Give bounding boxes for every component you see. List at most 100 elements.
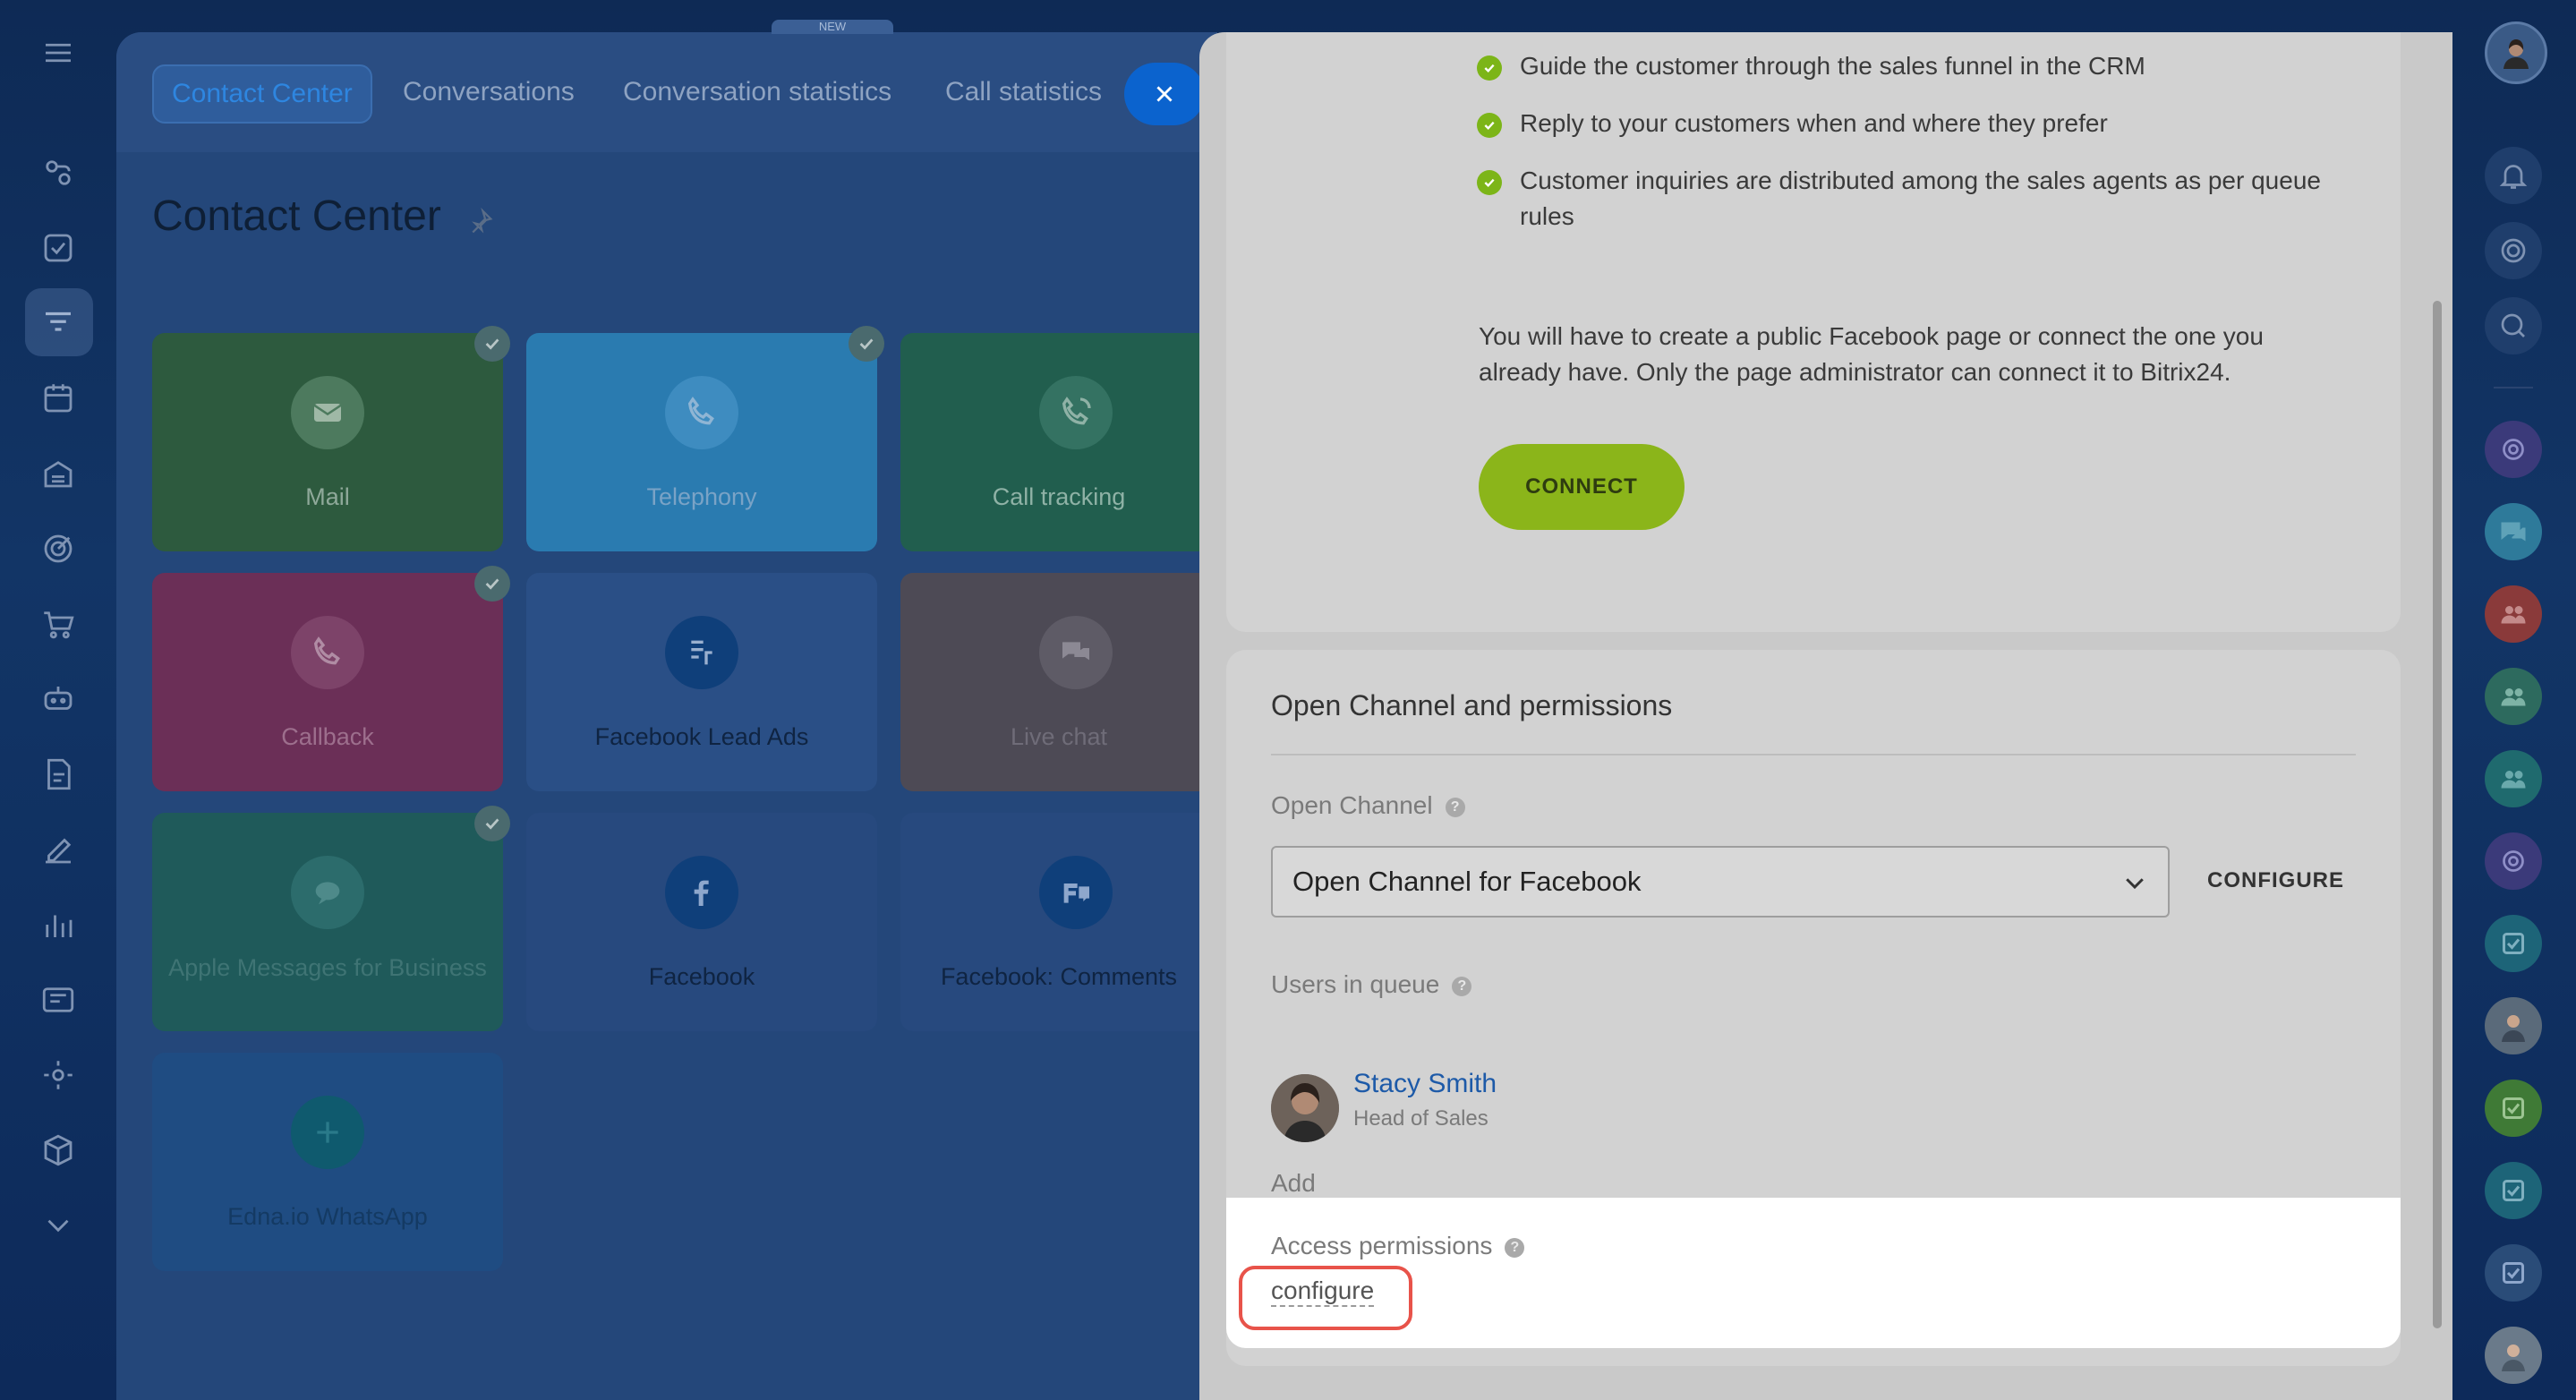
group-chat-icon[interactable] (2485, 750, 2542, 807)
connector-info-card: Guide the customer through the sales fun… (1226, 32, 2401, 632)
help-icon[interactable]: ? (1452, 977, 1472, 996)
chevron-down-icon (2126, 878, 2144, 890)
facebook-connector-slider: Guide the customer through the sales fun… (1199, 32, 2452, 1400)
tile-mail[interactable]: Mail (152, 326, 510, 551)
scrollbar[interactable] (2433, 301, 2442, 1328)
target-icon[interactable] (39, 530, 77, 568)
crm-funnel-icon[interactable] (39, 304, 77, 342)
menu-icon[interactable] (39, 34, 77, 72)
divider (1271, 754, 2356, 755)
facebook-comments-icon (1039, 856, 1113, 929)
top-tabs-bar: Contact Center Conversations Conversatio… (116, 32, 1217, 152)
check-icon (849, 326, 884, 362)
task-chat-icon[interactable] (2485, 1244, 2542, 1302)
tasks-icon[interactable] (39, 229, 77, 267)
close-icon (1156, 86, 1173, 102)
sign-icon[interactable] (39, 831, 77, 868)
help-icon[interactable]: ? (1445, 798, 1465, 817)
tile-label: Apple Messages for Business (168, 954, 487, 981)
open-channel-value: Open Channel for Facebook (1292, 866, 1642, 897)
user-name-link[interactable]: Stacy Smith (1353, 1069, 1497, 1099)
chevron-down-icon[interactable] (39, 1207, 77, 1244)
highlight-annotation (1239, 1266, 1412, 1330)
feature-item: Reply to your customers when and where t… (1477, 106, 2379, 141)
tile-label: Call tracking (992, 483, 1126, 510)
tile-facebook-lead-ads[interactable]: Facebook Lead Ads (526, 573, 877, 791)
tile-facebook-comments[interactable]: Facebook: Comments (900, 813, 1217, 1031)
edna-icon (291, 1096, 364, 1169)
check-icon (474, 566, 510, 602)
tile-facebook[interactable]: Facebook (526, 813, 877, 1031)
openlines-icon[interactable] (2485, 832, 2542, 890)
task-chat-icon[interactable] (2485, 1162, 2542, 1219)
tile-live-chat[interactable]: Live chat (900, 573, 1217, 791)
check-circle-icon (1477, 113, 1502, 138)
tile-label: Telephony (646, 483, 757, 510)
tile-label: Facebook: Comments (940, 963, 1178, 990)
tab-conversations[interactable]: Conversations (385, 64, 593, 120)
calendar-icon[interactable] (39, 380, 77, 417)
task-chat-icon[interactable] (2485, 915, 2542, 972)
collab-icon[interactable] (39, 154, 77, 192)
users-in-queue-label: Users in queue? (1271, 970, 1472, 999)
tile-telephony[interactable]: Telephony (526, 326, 884, 551)
tile-label: Facebook (648, 963, 755, 990)
tab-conversation-statistics[interactable]: Conversation statistics (605, 64, 909, 120)
bell-icon[interactable] (2485, 147, 2542, 204)
divider (2494, 387, 2533, 388)
copilot-icon[interactable] (2485, 222, 2542, 279)
avatar (1271, 1074, 1339, 1142)
user-avatar[interactable] (2485, 21, 2547, 84)
section-title: Open Channel and permissions (1271, 689, 1673, 721)
pin-icon[interactable] (467, 207, 494, 235)
group-chat-icon[interactable] (2485, 668, 2542, 725)
close-slider-button[interactable] (1124, 63, 1205, 125)
tile-edna-whatsapp[interactable]: Edna.io WhatsApp (152, 1053, 503, 1271)
news-icon[interactable] (39, 981, 77, 1019)
document-icon[interactable] (39, 755, 77, 793)
task-chat-icon[interactable] (2485, 1080, 2542, 1137)
help-icon[interactable]: ? (1505, 1238, 1525, 1258)
robot-icon[interactable] (39, 680, 77, 718)
tile-call-tracking[interactable]: Call tracking (900, 333, 1217, 551)
tile-label: Edna.io WhatsApp (227, 1203, 428, 1230)
open-channel-select[interactable]: Open Channel for Facebook (1271, 846, 2170, 918)
check-icon (474, 806, 510, 841)
call-tracking-icon (1039, 376, 1113, 449)
callback-icon (291, 616, 364, 689)
chat-bubble-icon[interactable] (2485, 503, 2542, 560)
left-sidebar (0, 0, 116, 1400)
contact-avatar[interactable] (2485, 1327, 2542, 1384)
group-chat-icon[interactable] (2485, 585, 2542, 643)
openlines-icon[interactable] (2485, 421, 2542, 478)
feature-item: Guide the customer through the sales fun… (1477, 48, 2379, 84)
phone-icon (665, 376, 738, 449)
settings-icon[interactable] (39, 1056, 77, 1094)
configure-open-channel-button[interactable]: CONFIGURE (2207, 868, 2344, 893)
check-icon (474, 326, 510, 362)
analytics-icon[interactable] (39, 906, 77, 943)
facebook-lead-ads-icon (665, 616, 738, 689)
tab-contact-center[interactable]: Contact Center (152, 64, 372, 124)
mail-icon (291, 376, 364, 449)
tile-callback[interactable]: Callback (152, 566, 510, 791)
user-role: Head of Sales (1353, 1106, 1488, 1131)
tile-label: Mail (305, 483, 350, 510)
new-badge: NEW (772, 20, 893, 34)
contact-center-page: Contact Center Conversations Conversatio… (116, 32, 1217, 1400)
connect-button[interactable]: CONNECT (1479, 444, 1685, 530)
cart-icon[interactable] (39, 605, 77, 643)
store-icon[interactable] (39, 455, 77, 492)
search-chat-icon[interactable] (2485, 297, 2542, 354)
feature-item: Customer inquiries are distributed among… (1477, 163, 2379, 235)
right-sidebar (2452, 0, 2576, 1400)
apple-messages-icon (291, 856, 364, 929)
tile-apple-messages[interactable]: Apple Messages for Business (152, 806, 510, 1031)
box-icon[interactable] (39, 1131, 77, 1169)
contact-avatar[interactable] (2485, 997, 2542, 1054)
tab-call-statistics[interactable]: Call statistics (927, 64, 1120, 120)
chat-icon (1039, 616, 1113, 689)
check-circle-icon (1477, 170, 1502, 195)
page-title: Contact Center (152, 192, 441, 240)
add-user-link[interactable]: Add (1271, 1169, 1316, 1201)
